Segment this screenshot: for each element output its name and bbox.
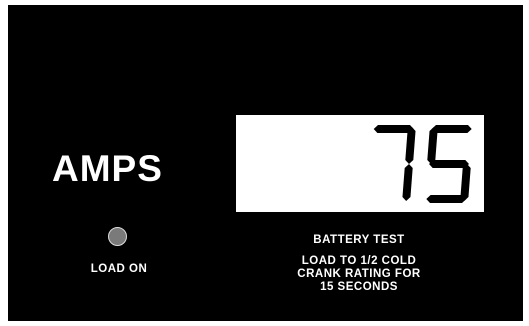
amps-label: AMPS bbox=[52, 148, 163, 189]
instruction-line: CRANK RATING FOR bbox=[297, 268, 421, 280]
lcd-display: 75 bbox=[236, 115, 484, 212]
lcd-segment-a bbox=[431, 125, 472, 133]
lcd-reading: 75 bbox=[373, 125, 472, 203]
battery-test-title: BATTERY TEST bbox=[313, 234, 405, 246]
load-on-label: LOAD ON bbox=[90, 263, 148, 275]
instruction-line: 15 SECONDS bbox=[320, 281, 398, 293]
lcd-segment-d bbox=[426, 195, 467, 203]
instruction-line: LOAD TO 1/2 COLD bbox=[301, 255, 417, 267]
tester-panel: AMPS 75 LOAD ON BATTERY TEST LOAD TO 1/2… bbox=[8, 5, 523, 321]
lcd-segment-g bbox=[429, 160, 469, 168]
lcd-segment-c bbox=[402, 164, 413, 201]
lcd-segment-f bbox=[427, 127, 438, 164]
load-on-led-icon bbox=[108, 227, 127, 246]
